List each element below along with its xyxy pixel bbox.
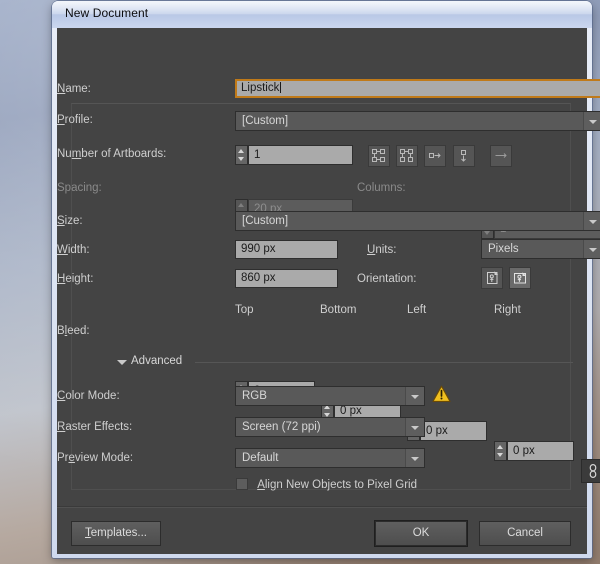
size-dropdown[interactable]: [Custom] (235, 211, 600, 231)
bleed-top-header: Top (235, 304, 254, 316)
grid-by-column-icon[interactable] (396, 145, 419, 167)
height-label: Height: (57, 273, 94, 285)
orientation-buttons (481, 267, 532, 289)
chevron-down-icon[interactable] (405, 449, 424, 467)
advanced-section-header[interactable]: Advanced (117, 355, 573, 370)
chevron-down-icon[interactable] (583, 112, 600, 130)
raster-effects-dropdown[interactable]: Screen (72 ppi) (235, 417, 425, 437)
align-pixel-grid-checkbox[interactable] (236, 478, 248, 490)
arrange-by-row-icon[interactable] (424, 145, 447, 167)
advanced-label: Advanced (131, 355, 183, 367)
ok-button[interactable]: OK (374, 520, 468, 547)
size-label: Size: (57, 215, 83, 227)
artboards-stepper[interactable]: 1 (235, 145, 353, 165)
link-bleed-values-icon[interactable] (581, 459, 600, 483)
spacing-label: Spacing: (57, 182, 102, 194)
profile-value: [Custom] (242, 115, 289, 127)
cancel-button[interactable]: Cancel (479, 521, 571, 546)
bleed-right-input[interactable]: 0 px (507, 441, 574, 461)
document-name-input[interactable]: Lipstick (235, 79, 600, 98)
change-to-right-to-left-layout-icon[interactable] (489, 145, 512, 167)
name-label: Name: (57, 83, 91, 95)
bleed-left-header: Left (407, 304, 427, 316)
raster-effects-value: Screen (72 ppi) (242, 421, 321, 433)
units-label: Units: (367, 244, 397, 256)
columns-label: Columns: (357, 182, 406, 194)
stepper-down-icon[interactable] (497, 453, 503, 457)
raster-effects-label: Raster Effects: (57, 421, 133, 433)
stepper-arrows[interactable] (494, 441, 507, 461)
bleed-bottom-header: Bottom (320, 304, 357, 316)
grid-by-row-icon[interactable] (368, 145, 390, 167)
landscape-orientation-icon[interactable] (509, 267, 532, 289)
profile-label: Profile: (57, 114, 93, 126)
preview-mode-label: Preview Mode: (57, 452, 134, 464)
footer-divider (57, 506, 587, 508)
size-value: [Custom] (242, 215, 289, 227)
new-document-window: New Document Name: Lipstick Profile: [Cu… (52, 1, 600, 558)
profile-dropdown[interactable]: [Custom] (235, 111, 600, 131)
advanced-divider (195, 362, 573, 363)
window-titlebar[interactable]: New Document (52, 1, 592, 28)
artboard-layout-buttons (368, 145, 512, 167)
artboards-input[interactable]: 1 (248, 145, 353, 165)
preview-mode-value: Default (242, 452, 279, 464)
stepper-up-icon[interactable] (238, 203, 244, 207)
bleed-label: Bleed: (57, 325, 90, 337)
new-document-dialog: Name: Lipstick Profile: [Custom] Number … (57, 28, 600, 554)
height-input[interactable]: 860 px (235, 269, 338, 288)
chevron-down-icon[interactable] (117, 360, 127, 365)
units-dropdown[interactable]: Pixels (481, 239, 600, 259)
chevron-down-icon[interactable] (583, 240, 600, 258)
bleed-right-header: Right (494, 304, 521, 316)
chevron-down-icon[interactable] (405, 387, 424, 405)
stepper-up-icon[interactable] (497, 445, 503, 449)
orientation-label: Orientation: (357, 273, 417, 285)
portrait-orientation-icon[interactable] (481, 267, 503, 289)
stepper-down-icon[interactable] (484, 231, 490, 235)
units-value: Pixels (488, 243, 519, 255)
stepper-down-icon[interactable] (238, 157, 244, 161)
align-pixel-grid-row[interactable]: Align New Objects to Pixel Grid (236, 478, 417, 493)
window-title: New Document (65, 6, 149, 20)
width-label: Width: (57, 244, 90, 256)
width-input[interactable]: 990 px (235, 240, 338, 259)
color-mode-label: Color Mode: (57, 390, 120, 402)
artboards-label: Number of Artboards: (57, 148, 167, 160)
chevron-down-icon[interactable] (405, 418, 424, 436)
stepper-arrows[interactable] (235, 145, 248, 165)
templates-button[interactable]: Templates... (71, 521, 161, 546)
color-mode-dropdown[interactable]: RGB (235, 386, 425, 406)
arrange-by-column-icon[interactable] (452, 145, 475, 167)
warning-triangle-icon (432, 385, 451, 403)
bleed-right-stepper[interactable]: 0 px (494, 441, 574, 461)
color-mode-value: RGB (242, 390, 267, 402)
chevron-down-icon[interactable] (583, 212, 600, 230)
preview-mode-dropdown[interactable]: Default (235, 448, 425, 468)
bleed-left-input[interactable]: 0 px (420, 421, 487, 441)
stepper-up-icon[interactable] (238, 149, 244, 153)
